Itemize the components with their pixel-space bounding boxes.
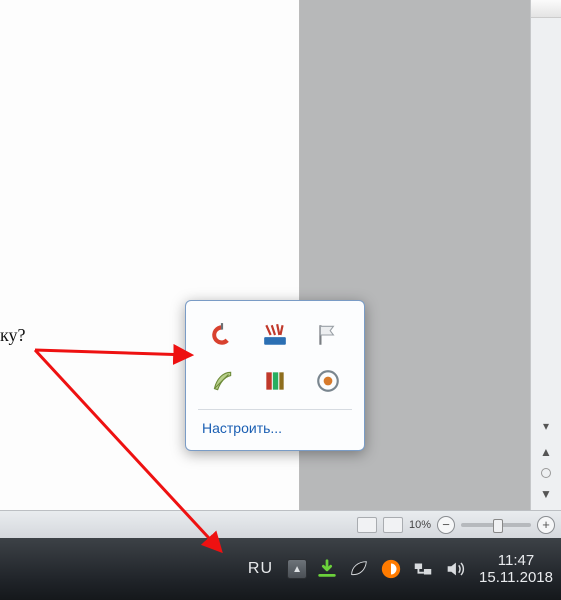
network-icon[interactable] <box>411 557 435 581</box>
download-icon[interactable] <box>315 557 339 581</box>
configure-link[interactable]: Настроить... <box>196 410 354 444</box>
view-mode-button-1[interactable] <box>357 517 377 533</box>
taskbar: RU ▲ 11:47 15.11.2018 <box>0 538 561 600</box>
target-icon[interactable] <box>314 367 342 395</box>
clock-time: 11:47 <box>479 552 553 569</box>
vertical-scrollbar[interactable]: ▾ ▲ ▼ <box>530 0 561 510</box>
show-hidden-icons-button[interactable]: ▲ <box>287 559 307 579</box>
avast-icon[interactable] <box>379 557 403 581</box>
clock-date: 15.11.2018 <box>479 569 553 586</box>
document-text-fragment: ку? <box>0 325 25 346</box>
scroll-up-button[interactable] <box>531 0 561 18</box>
hidden-icons-popup: Настроить... <box>185 300 365 451</box>
ccleaner-icon[interactable] <box>208 321 236 349</box>
feather-icon[interactable] <box>208 367 236 395</box>
brush-tool-icon[interactable] <box>261 321 289 349</box>
clock[interactable]: 11:47 15.11.2018 <box>475 552 553 587</box>
browse-object-icon[interactable] <box>541 468 551 478</box>
volume-icon[interactable] <box>443 557 467 581</box>
zoom-slider[interactable] <box>461 523 531 527</box>
books-icon[interactable] <box>261 367 289 395</box>
collapse-icon[interactable]: ▾ <box>535 416 557 436</box>
status-bar: 10% − + <box>0 510 561 538</box>
page-down-icon[interactable]: ▼ <box>535 484 557 504</box>
zoom-percent: 10% <box>409 519 431 531</box>
language-indicator[interactable]: RU <box>242 556 279 582</box>
zoom-in-button[interactable]: + <box>537 516 555 534</box>
page-up-icon[interactable]: ▲ <box>535 442 557 462</box>
view-mode-button-2[interactable] <box>383 517 403 533</box>
hidden-icons-grid <box>196 315 354 409</box>
leaf-icon[interactable] <box>347 557 371 581</box>
flag-icon[interactable] <box>314 321 342 349</box>
zoom-out-button[interactable]: − <box>437 516 455 534</box>
